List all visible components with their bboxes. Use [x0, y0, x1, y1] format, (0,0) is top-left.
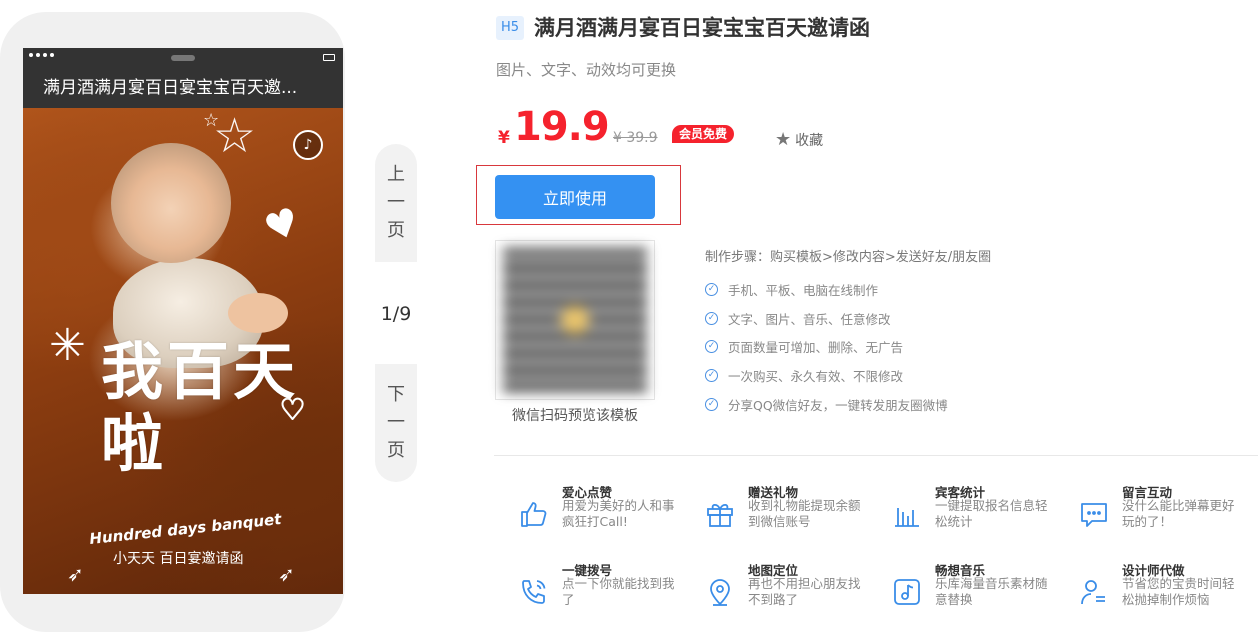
use-now-button[interactable]: 立即使用 [495, 175, 655, 219]
feature-point-text: 文字、图片、音乐、任意修改 [728, 311, 891, 327]
feature-item: 设计师代做 节省您的宝贵时间轻松抛掉制作烦恼 [1078, 560, 1248, 616]
sparkle-icon: ✳ [49, 320, 86, 371]
designer-icon [1081, 580, 1105, 605]
prev-page-button[interactable]: 上 一 页 [375, 144, 417, 262]
feature-point: ✓ 页面数量可增加、删除、无广告 [705, 332, 948, 361]
next-page-char: 一 [387, 412, 405, 433]
feature-point: ✓ 手机、平板、电脑在线制作 [705, 275, 948, 304]
preview-title: 满月酒满月宴百日宴宝宝百天邀... [23, 68, 343, 108]
feature-point-text: 页面数量可增加、删除、无广告 [728, 340, 904, 356]
thumb-up-icon [521, 502, 547, 527]
feature-item: 畅想音乐 乐库海量音乐素材随意替换 [891, 560, 1061, 616]
price: 19.9 [514, 104, 610, 150]
next-page-char: 页 [387, 440, 405, 461]
signal-icon [29, 53, 54, 57]
preview-chinese-line: 小天天 百日宴邀请函 [113, 551, 244, 567]
qr-code-image [503, 248, 647, 392]
arrow-icon: ➶ [278, 562, 295, 586]
feature-point: ✓ 文字、图片、音乐、任意修改 [705, 304, 948, 333]
feature-item: 留言互动 没什么能比弹幕更好玩的了！ [1078, 482, 1248, 538]
section-divider [494, 455, 1258, 456]
music-icon [894, 579, 920, 605]
product-subtitle: 图片、文字、动效均可更换 [496, 61, 677, 79]
phone-call-icon [522, 580, 546, 604]
feature-item: 爱心点赞 用爱为美好的人和事疯狂打Call! [518, 482, 688, 538]
star-icon: ★ [775, 129, 792, 150]
check-circle-icon: ✓ [705, 282, 718, 296]
next-page-button[interactable]: 下 一 页 [375, 364, 417, 482]
feature-point: ✓ 分享QQ微信好友，一键转发朋友圈微博 [705, 390, 948, 419]
speaker-icon [171, 55, 195, 61]
product-title: 满月酒满月宴百日宴宝宝百天邀请函 [534, 16, 870, 40]
feature-item: 宾客统计 一键提取报名信息轻松统计 [891, 482, 1061, 538]
next-page-char: 下 [387, 384, 405, 405]
feature-desc: 没什么能比弹幕更好玩的了！ [1122, 498, 1235, 529]
feature-grid: 爱心点赞 用爱为美好的人和事疯狂打Call! 赠送礼物 收到礼物能提现余额到微信… [518, 482, 1258, 612]
star-icon: ☆ [213, 108, 257, 164]
price-currency: ¥ [498, 128, 510, 148]
bar-chart-icon [895, 508, 919, 527]
check-circle-icon: ✓ [705, 311, 718, 325]
arrow-icon: ➶ [67, 562, 84, 586]
prev-page-char: 页 [387, 220, 405, 241]
page-counter: 1/9 [380, 303, 412, 325]
map-pin-icon [710, 579, 730, 606]
original-price: ¥ 39.9 [613, 130, 658, 146]
prev-page-char: 上 [387, 164, 405, 185]
make-steps: 制作步骤：购买模板>修改内容>发送好友/朋友圈 [705, 250, 992, 265]
check-circle-icon: ✓ [705, 368, 718, 382]
preview-image: ☆ ☆ ♥ ♥ ✳ ♪ 我百天啦 Hundred days banquet 小天… [23, 108, 343, 594]
check-circle-icon: ✓ [705, 397, 718, 411]
heart-icon: ♥ [258, 198, 306, 252]
phone-screen: 满月酒满月宴百日宴宝宝百天邀... ☆ ☆ ♥ ♥ ✳ ♪ 我百天啦 Hundr… [23, 48, 343, 594]
feature-desc: 节省您的宝贵时间轻松抛掉制作烦恼 [1122, 576, 1235, 607]
prev-page-char: 一 [387, 192, 405, 213]
qr-code [495, 240, 655, 400]
music-toggle-icon[interactable]: ♪ [293, 130, 323, 160]
star-icon: ☆ [203, 110, 220, 131]
h5-badge: H5 [496, 16, 524, 40]
feature-desc: 一键提取报名信息轻松统计 [935, 498, 1048, 529]
feature-point-text: 一次购买、永久有效、不限修改 [728, 368, 904, 384]
feature-item: 地图定位 再也不用担心朋友找不到路了 [704, 560, 874, 616]
feature-desc: 再也不用担心朋友找不到路了 [748, 576, 861, 607]
feature-desc: 乐库海量音乐素材随意替换 [935, 576, 1048, 607]
message-icon [1081, 503, 1107, 527]
qr-caption: 微信扫码预览该模板 [512, 408, 638, 424]
vip-free-badge: 会员免费 [672, 125, 735, 143]
feature-desc: 收到礼物能提现余额到微信账号 [748, 498, 861, 529]
feature-point-text: 分享QQ微信好友，一键转发朋友圈微博 [728, 397, 948, 413]
feature-point: ✓ 一次购买、永久有效、不限修改 [705, 361, 948, 390]
check-circle-icon: ✓ [705, 340, 718, 354]
gift-icon [707, 503, 733, 527]
feature-point-text: 手机、平板、电脑在线制作 [728, 282, 879, 298]
preview-english-line: Hundred days banquet [88, 509, 283, 549]
phone-status-bar [23, 48, 343, 68]
feature-item: 赠送礼物 收到礼物能提现余额到微信账号 [704, 482, 874, 538]
feature-points: ✓ 手机、平板、电脑在线制作 ✓ 文字、图片、音乐、任意修改 ✓ 页面数量可增加、删除… [705, 275, 948, 418]
favorite-label: 收藏 [795, 133, 824, 149]
baby-arm-shape [228, 293, 288, 333]
feature-desc: 点一下你就能找到我了 [562, 576, 675, 607]
preview-big-title: 我百天啦 [101, 335, 300, 480]
feature-item: 一键拨号 点一下你就能找到我了 [518, 560, 688, 616]
favorite-button[interactable]: ★ 收藏 [775, 130, 823, 150]
battery-icon [323, 54, 335, 61]
feature-desc: 用爱为美好的人和事疯狂打Call! [562, 498, 675, 529]
